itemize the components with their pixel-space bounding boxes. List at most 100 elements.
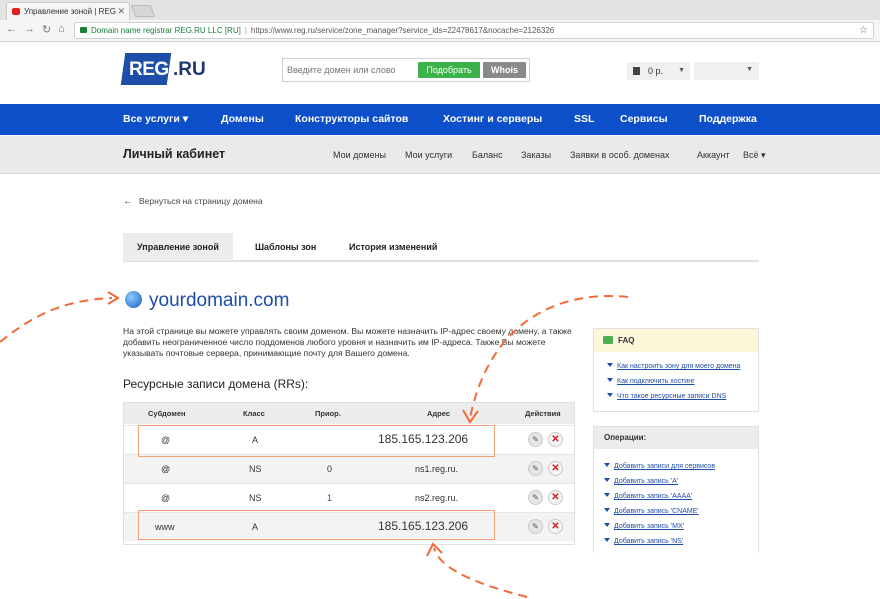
chevron-down-icon: ▼: [678, 67, 685, 74]
faq-title: FAQ: [618, 336, 635, 345]
cell-class: NS: [249, 493, 262, 503]
operation-link-label: Добавить запись 'NS': [614, 538, 684, 545]
delete-icon[interactable]: ✕: [548, 432, 563, 447]
edit-icon[interactable]: ✎: [528, 490, 543, 505]
operation-link-label: Добавить записи для сервисов: [614, 463, 716, 470]
cabinet-nav: Личный кабинет Мои домены Мои услуги Бал…: [0, 136, 880, 174]
triangle-down-icon: [604, 523, 610, 527]
operation-link[interactable]: Добавить запись 'NS': [604, 538, 683, 545]
cell-address: ns2.reg.ru.: [415, 493, 459, 503]
url-input[interactable]: Domain name registrar REG.RU LLC [RU] | ht…: [74, 22, 874, 39]
operations-panel: Операции:: [593, 426, 759, 556]
triangle-down-icon: [607, 378, 613, 382]
triangle-down-icon: [604, 493, 610, 497]
operation-link[interactable]: Добавить запись 'A': [604, 478, 678, 485]
back-arrow-icon[interactable]: ←: [6, 23, 17, 35]
cabinet-link-requests[interactable]: Заявки в особ. доменах: [570, 150, 670, 160]
cabinet-link-my-domains[interactable]: Мои домены: [333, 150, 386, 160]
delete-icon[interactable]: ✕: [548, 461, 563, 476]
tab-zone-management[interactable]: Управление зоной: [123, 233, 233, 261]
nav-ssl[interactable]: SSL: [574, 104, 594, 135]
nav-support[interactable]: Поддержка: [699, 104, 757, 135]
nav-all-services[interactable]: Все услуги ▾: [123, 104, 188, 135]
close-tab-icon[interactable]: ✕: [117, 3, 125, 20]
edit-icon[interactable]: ✎: [528, 461, 543, 476]
table-row: @ NS 0 ns1.reg.ru. ✎ ✕: [124, 454, 574, 483]
domain-title: yourdomain.com: [125, 289, 289, 312]
cabinet-link-all[interactable]: Всё ▾: [743, 150, 766, 161]
table-row: @ NS 1 ns2.reg.ru. ✎ ✕: [124, 483, 574, 512]
page-description: На этой странице вы можете управлять сво…: [123, 326, 572, 358]
zone-tabs: Управление зоной Шаблоны зон История изм…: [123, 233, 759, 262]
pick-button[interactable]: Подобрать: [418, 62, 480, 78]
domain-search-input[interactable]: [287, 62, 415, 78]
triangle-down-icon: [607, 393, 613, 397]
operation-link-label: Добавить запись 'CNAME': [614, 508, 699, 515]
cabinet-link-orders[interactable]: Заказы: [521, 150, 551, 160]
bookmark-star-icon[interactable]: ☆: [859, 23, 868, 38]
tab-change-history[interactable]: История изменений: [335, 233, 451, 261]
faq-link[interactable]: Что такое ресурсные записи DNS: [607, 393, 726, 400]
operation-link-label: Добавить запись 'AAAA': [614, 493, 693, 500]
address-bar: ← → ↻ ⌂ Domain name registrar REG.RU LLC…: [0, 20, 880, 42]
account-dropdown[interactable]: ▼: [694, 62, 759, 80]
col-actions: Действия: [525, 409, 561, 418]
domain-search-box: Подобрать Whois: [282, 58, 530, 82]
highlight-box-apex-a-record: [138, 425, 495, 457]
arrowhead-domain-icon: [107, 291, 120, 305]
chevron-down-icon: ▼: [746, 66, 753, 73]
faq-link-label: Как подключить хостинг: [617, 378, 695, 385]
logo-ru-text: .RU: [173, 59, 206, 80]
col-subdomain: Субдомен: [148, 409, 186, 418]
faq-link-label: Что такое ресурсные записи DNS: [617, 393, 727, 400]
new-tab-button[interactable]: [130, 5, 156, 17]
faq-link[interactable]: Как подключить хостинг: [607, 378, 695, 385]
whois-button[interactable]: Whois: [483, 62, 526, 78]
forward-arrow-icon[interactable]: →: [24, 23, 35, 35]
browser-tab[interactable]: Управление зоной | REG ✕: [6, 2, 130, 20]
main-nav: Все услуги ▾ Домены Конструкторы сайтов …: [0, 104, 880, 135]
col-priority: Приор.: [315, 409, 341, 418]
operation-link[interactable]: Добавить запись 'MX': [604, 523, 684, 530]
highlight-box-www-a-record: [138, 510, 495, 540]
delete-icon[interactable]: ✕: [548, 490, 563, 505]
cabinet-title: Личный кабинет: [123, 147, 226, 161]
cabinet-link-balance[interactable]: Баланс: [472, 150, 503, 160]
url-text: https://www.reg.ru/service/zone_manager?…: [250, 26, 555, 35]
cabinet-link-account[interactable]: Аккаунт: [697, 150, 730, 160]
balance-dropdown[interactable]: 0 р. ▼: [627, 62, 690, 80]
edit-icon[interactable]: ✎: [528, 432, 543, 447]
triangle-down-icon: [607, 363, 613, 367]
cell-subdomain: @: [161, 464, 171, 474]
operation-link[interactable]: Добавить запись 'CNAME': [604, 508, 699, 515]
nav-hosting[interactable]: Хостинг и серверы: [443, 104, 542, 135]
operation-link-label: Добавить запись 'MX': [614, 523, 684, 530]
domain-name: yourdomain.com: [149, 290, 290, 311]
reload-icon[interactable]: ↻: [42, 23, 51, 36]
edit-icon[interactable]: ✎: [528, 519, 543, 534]
triangle-down-icon: [604, 508, 610, 512]
nav-site-builders[interactable]: Конструкторы сайтов: [295, 104, 408, 135]
operation-link[interactable]: Добавить записи для сервисов: [604, 463, 715, 470]
tab-zone-templates[interactable]: Шаблоны зон: [241, 233, 330, 261]
operation-link-label: Добавить запись 'A': [614, 478, 679, 485]
cell-address: ns1.reg.ru.: [415, 464, 459, 474]
nav-domains[interactable]: Домены: [221, 104, 264, 135]
wallet-icon: [633, 67, 640, 75]
cell-priority: 0: [327, 464, 333, 474]
faq-icon: [603, 336, 613, 344]
operations-header: Операции:: [594, 427, 758, 449]
back-to-domain-link[interactable]: ← Вернуться на страницу домена: [123, 196, 263, 207]
cabinet-link-my-services[interactable]: Мои услуги: [405, 150, 452, 160]
balance-value: 0 р.: [648, 66, 664, 76]
nav-services[interactable]: Сервисы: [620, 104, 668, 135]
favicon-icon: [12, 8, 20, 15]
col-class: Класс: [243, 409, 265, 418]
triangle-down-icon: [604, 538, 610, 542]
rr-table-header: Субдомен Класс Приор. Адрес Действия: [124, 403, 574, 424]
faq-link[interactable]: Как настроить зону для моего домена: [607, 363, 740, 370]
home-icon[interactable]: ⌂: [58, 23, 65, 35]
delete-icon[interactable]: ✕: [548, 519, 563, 534]
secure-label: Domain name registrar REG.RU LLC [RU]: [91, 26, 241, 35]
operation-link[interactable]: Добавить запись 'AAAA': [604, 493, 692, 500]
